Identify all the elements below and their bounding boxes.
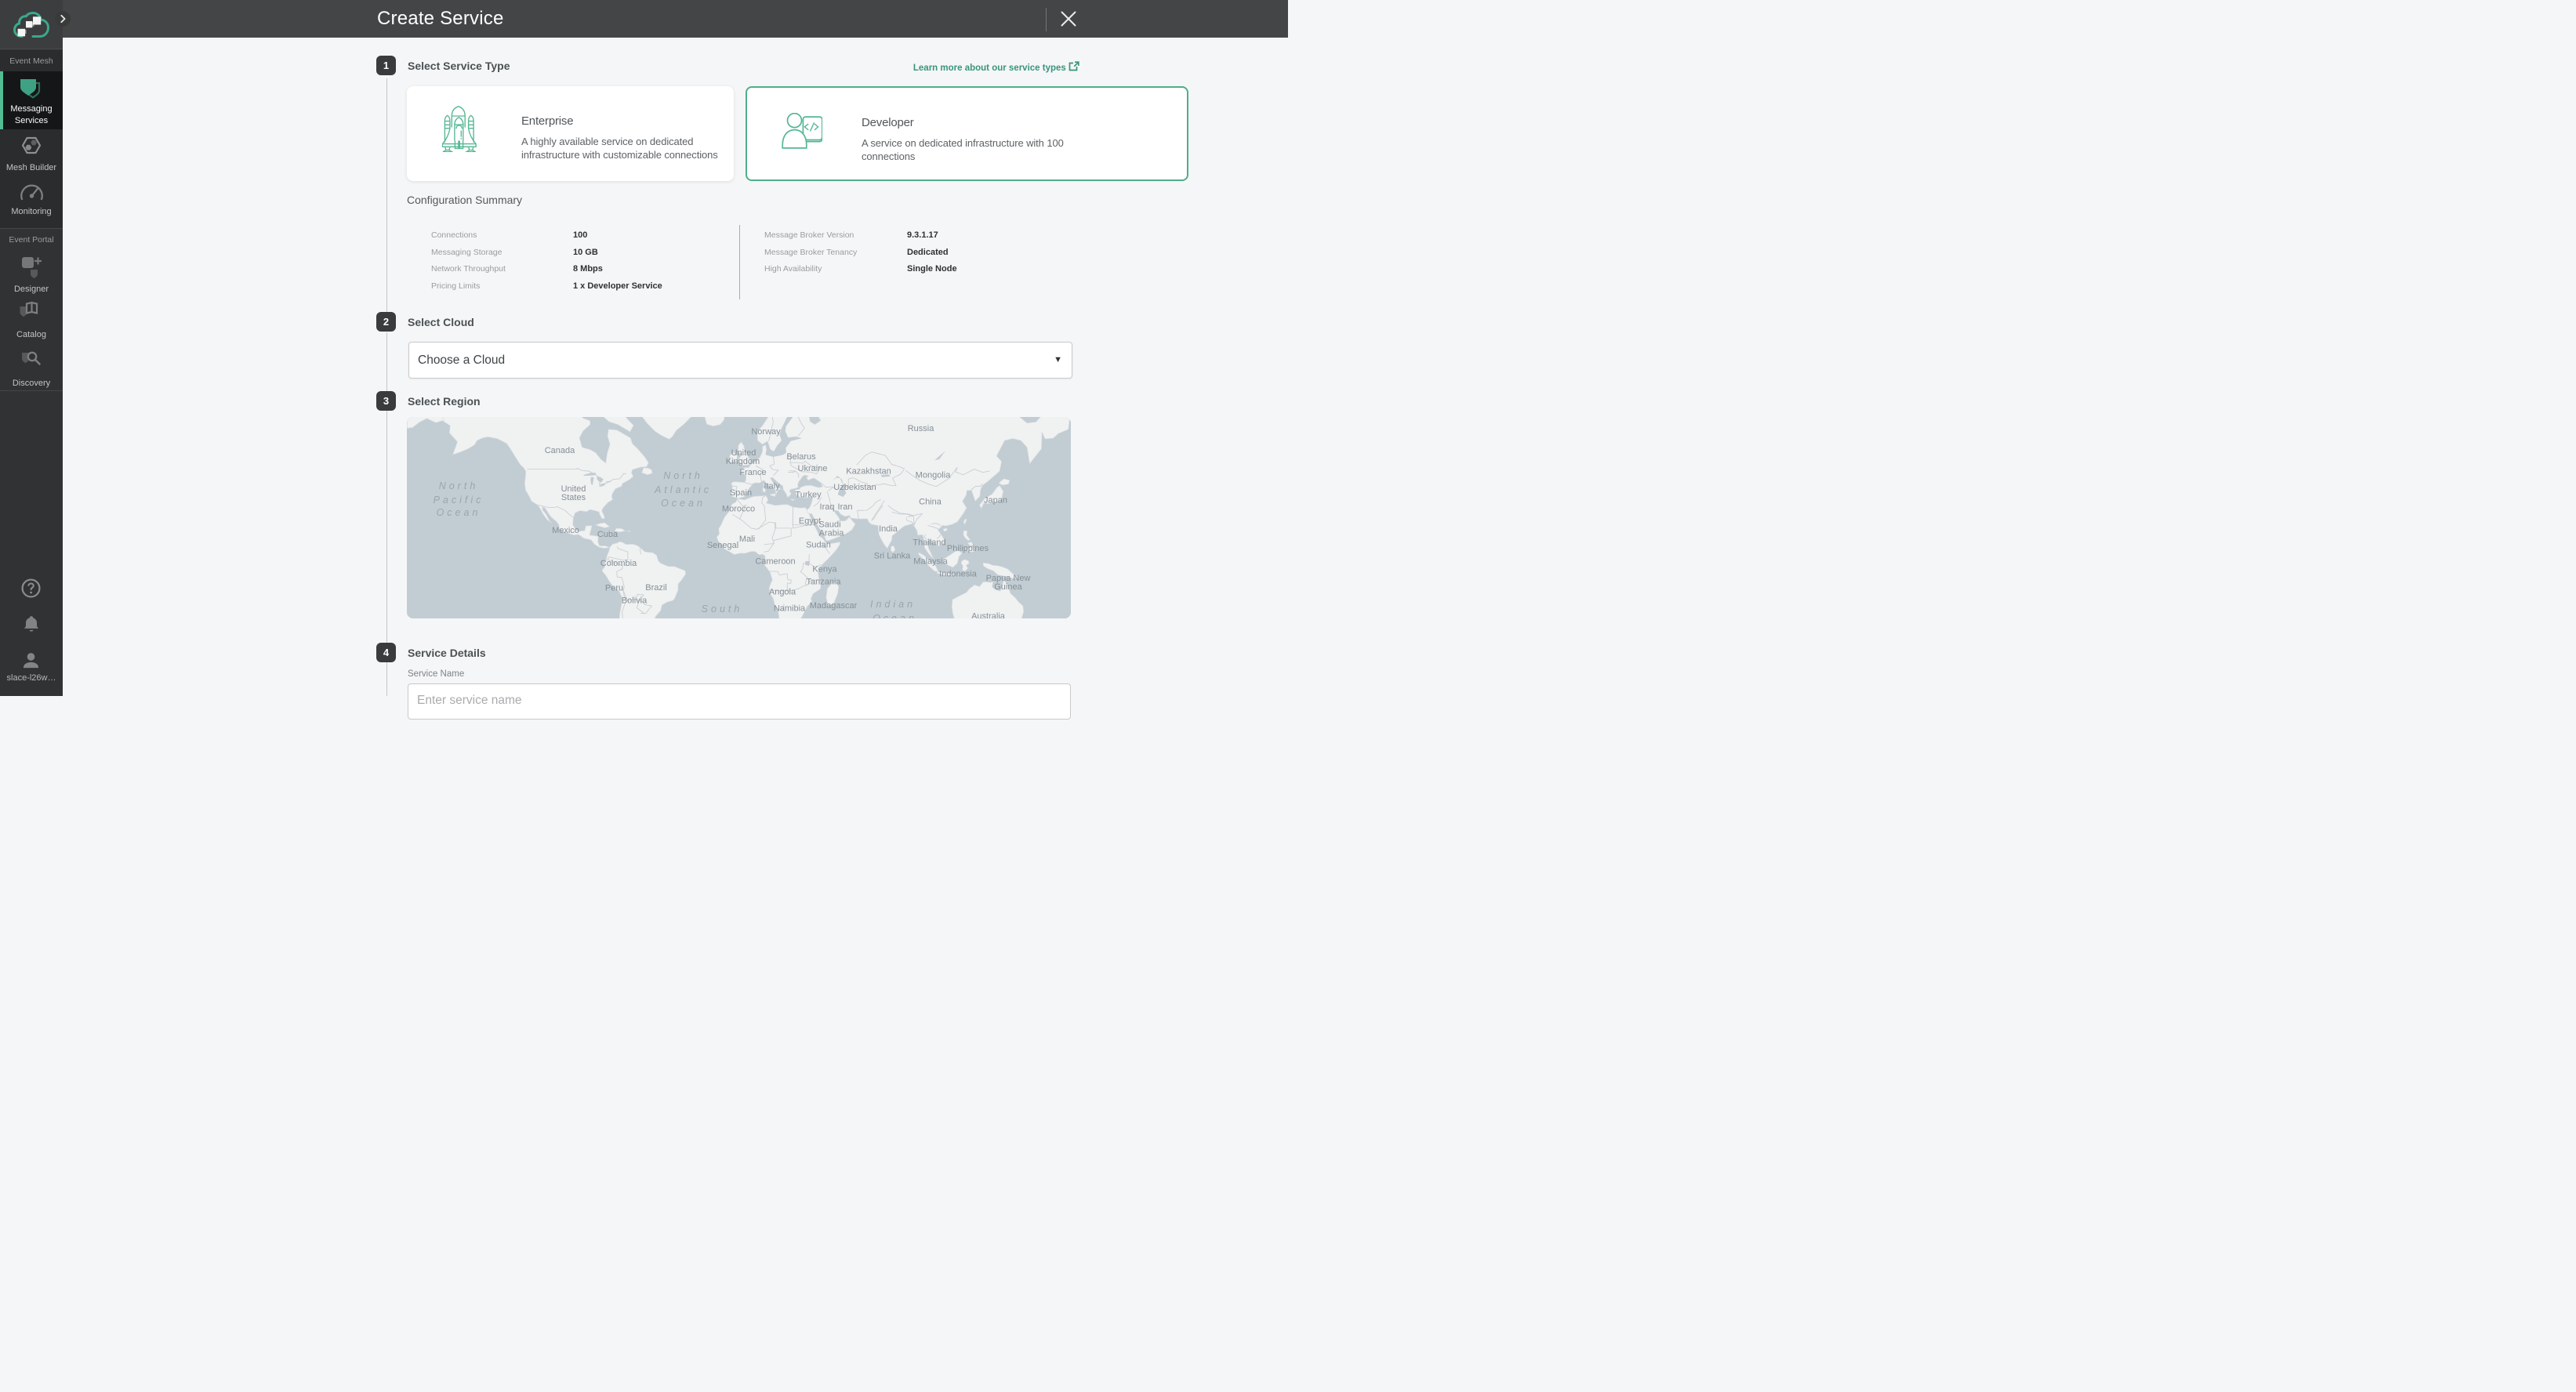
svg-text:Australia: Australia [971, 612, 1006, 619]
svg-text:Colombia: Colombia [600, 559, 637, 568]
svg-text:Madagascar: Madagascar [810, 601, 858, 611]
svg-text:Ukraine: Ukraine [798, 464, 828, 473]
svg-text:Kazakhstan: Kazakhstan [846, 467, 891, 477]
svg-text:Bolivia: Bolivia [622, 596, 648, 606]
svg-text:Indian: Indian [870, 599, 916, 610]
svg-text:Guinea: Guinea [994, 582, 1022, 592]
svg-text:Mexico: Mexico [552, 526, 579, 535]
svg-text:Philippines: Philippines [947, 544, 989, 553]
svg-text:Ocean: Ocean [437, 507, 481, 518]
svg-text:Egypt: Egypt [799, 517, 821, 526]
svg-text:Thailand: Thailand [912, 538, 945, 548]
svg-text:Tanzania: Tanzania [806, 578, 841, 587]
svg-text:India: India [879, 524, 898, 534]
svg-text:North: North [439, 480, 479, 491]
svg-text:Italy: Italy [764, 482, 780, 491]
svg-text:Sudan: Sudan [806, 541, 831, 550]
svg-text:Kenya: Kenya [812, 565, 837, 575]
svg-text:Atlantic: Atlantic [654, 484, 712, 495]
svg-text:Malaysia: Malaysia [913, 557, 948, 567]
svg-text:Belarus: Belarus [786, 452, 816, 462]
svg-text:States: States [561, 493, 586, 502]
svg-text:Cameroon: Cameroon [755, 557, 795, 567]
svg-text:Iran: Iran [838, 502, 853, 512]
svg-text:Mongolia: Mongolia [916, 471, 952, 480]
svg-text:Turkey: Turkey [795, 491, 822, 500]
svg-text:Senegal: Senegal [707, 541, 738, 550]
svg-text:Morocco: Morocco [722, 505, 755, 514]
svg-text:Iraq: Iraq [820, 502, 835, 512]
svg-text:Brazil: Brazil [645, 583, 667, 593]
svg-text:Namibia: Namibia [774, 604, 806, 614]
svg-text:Uzbekistan: Uzbekistan [833, 483, 876, 492]
svg-text:Japan: Japan [984, 496, 1007, 506]
svg-text:Pacific: Pacific [434, 495, 484, 506]
svg-text:South: South [702, 604, 743, 614]
svg-text:Peru: Peru [605, 584, 623, 593]
svg-text:Angola: Angola [769, 588, 796, 597]
svg-text:Ocean: Ocean [873, 613, 917, 618]
svg-text:Norway: Norway [751, 427, 781, 437]
svg-text:China: China [919, 498, 942, 507]
svg-text:Indonesia: Indonesia [939, 570, 978, 579]
svg-text:Ocean: Ocean [661, 498, 706, 509]
svg-text:Kingdom: Kingdom [726, 457, 760, 466]
svg-text:Arabia: Arabia [819, 529, 845, 538]
svg-text:Canada: Canada [545, 446, 575, 455]
svg-text:Sri Lanka: Sri Lanka [874, 552, 911, 561]
svg-text:North: North [663, 470, 703, 481]
svg-text:Spain: Spain [730, 488, 752, 498]
svg-text:Mali: Mali [739, 535, 755, 544]
svg-text:France: France [739, 468, 766, 477]
svg-text:Cuba: Cuba [597, 530, 619, 539]
svg-text:Russia: Russia [908, 424, 935, 433]
